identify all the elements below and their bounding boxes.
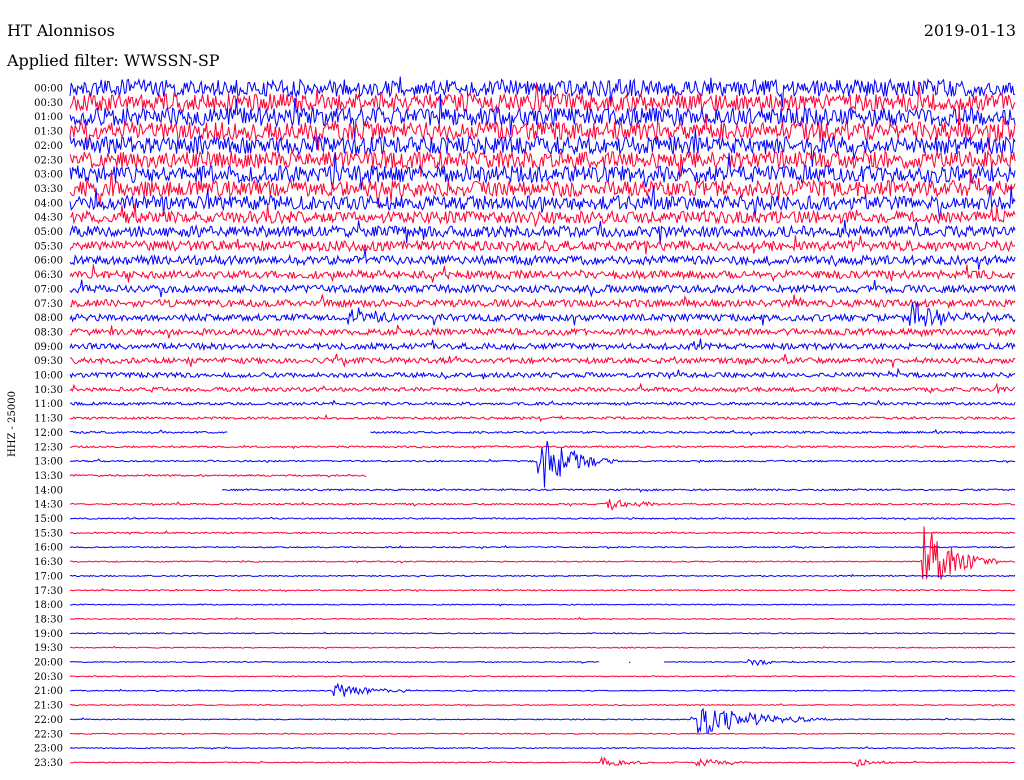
seismogram-trace [69, 428, 1016, 436]
time-tick-label: 01:30 [34, 127, 63, 138]
seismogram-trace [69, 399, 1016, 407]
time-tick-label: 15:00 [34, 514, 63, 525]
time-tick-labels: 00:00 00:30 01:00 01:30 02:00 02:30 03:00 03:30… [34, 84, 63, 769]
time-tick-label: 09:30 [34, 356, 63, 367]
seismogram-trace [69, 616, 1016, 621]
seismogram-trace [69, 682, 1016, 697]
seismogram-trace [69, 293, 1016, 310]
seismogram-trace [69, 264, 1016, 283]
time-tick-label: 13:00 [34, 457, 63, 468]
seismogram-trace [69, 203, 1016, 227]
seismogram-trace [69, 545, 1016, 550]
time-tick-label: 18:30 [34, 614, 63, 625]
seismogram-trace [69, 526, 1016, 580]
time-tick-label: 09:00 [34, 342, 63, 353]
time-tick-label: 14:30 [34, 500, 63, 511]
time-tick-label: 04:00 [34, 198, 63, 209]
time-tick-label: 10:30 [34, 385, 63, 396]
time-tick-label: 16:30 [34, 557, 63, 568]
time-tick-label: 23:30 [34, 758, 63, 769]
seismogram-trace [70, 703, 1016, 707]
seismogram-trace [69, 279, 1016, 298]
time-tick-label: 03:00 [34, 170, 63, 181]
seismogram-trace [69, 530, 1016, 536]
seismogram-trace [69, 248, 1016, 270]
seismogram-trace [69, 473, 367, 478]
seismogram-trace [69, 732, 1016, 736]
seismogram-trace [69, 324, 1016, 339]
time-tick-label: 17:30 [34, 586, 63, 597]
seismogram-trace [69, 338, 1016, 352]
seismogram-trace [69, 658, 1016, 667]
time-tick-label: 01:00 [34, 112, 63, 123]
time-tick-label: 11:00 [34, 399, 63, 410]
time-tick-label: 15:30 [34, 528, 63, 539]
seismogram-trace [69, 444, 1016, 450]
date-label: 2019-01-13 [924, 21, 1016, 40]
helicorder-chart: HT Alonnisos 2019-01-13 Applied filter: … [6, 21, 1016, 769]
seismogram-trace [70, 603, 1016, 607]
time-tick-label: 07:00 [34, 284, 63, 295]
seismogram-trace [69, 300, 1016, 327]
time-tick-label: 22:00 [34, 715, 63, 726]
time-tick-label: 11:30 [34, 414, 63, 425]
seismogram-traces [69, 76, 1016, 768]
time-tick-label: 08:30 [34, 327, 63, 338]
channel-gain-label: HHZ - 25000 [7, 391, 18, 457]
time-tick-label: 00:30 [34, 98, 63, 109]
seismogram-trace [69, 573, 1016, 578]
time-tick-label: 21:30 [34, 701, 63, 712]
time-tick-label: 02:30 [34, 155, 63, 166]
time-tick-label: 23:00 [34, 744, 63, 755]
seismogram-trace [69, 382, 1016, 394]
seismogram-trace [69, 152, 1016, 191]
seismogram-trace [69, 707, 1016, 734]
time-tick-label: 02:00 [34, 141, 63, 152]
time-tick-label: 18:00 [34, 600, 63, 611]
seismogram-trace [69, 516, 1016, 521]
time-tick-label: 17:00 [34, 571, 63, 582]
time-tick-label: 22:30 [34, 729, 63, 740]
seismogram-trace [69, 588, 1016, 593]
seismogram-trace [69, 353, 1016, 368]
station-title: HT Alonnisos [7, 21, 115, 40]
seismogram-trace [69, 746, 1016, 750]
time-tick-label: 10:00 [34, 371, 63, 382]
seismogram-trace [69, 499, 1016, 512]
time-tick-label: 16:00 [34, 543, 63, 554]
seismogram-trace [69, 756, 1016, 768]
seismogram-trace [69, 107, 1016, 151]
time-tick-label: 19:00 [34, 629, 63, 640]
time-tick-label: 20:00 [34, 658, 63, 669]
time-tick-label: 12:00 [34, 428, 63, 439]
seismogram-trace [69, 645, 1016, 650]
filter-label: Applied filter: WWSSN-SP [6, 51, 220, 70]
seismogram-trace [69, 235, 1016, 255]
time-tick-label: 08:00 [34, 313, 63, 324]
time-tick-label: 05:00 [34, 227, 63, 238]
time-tick-label: 06:30 [34, 270, 63, 281]
time-tick-label: 13:30 [34, 471, 63, 482]
time-tick-label: 06:00 [34, 256, 63, 267]
time-tick-label: 00:00 [34, 84, 63, 95]
seismogram-trace [221, 487, 1016, 493]
time-tick-label: 12:30 [34, 442, 63, 453]
time-tick-label: 21:00 [34, 686, 63, 697]
time-tick-label: 20:30 [34, 672, 63, 683]
time-tick-label: 19:30 [34, 643, 63, 654]
time-tick-label: 05:30 [34, 241, 63, 252]
seismogram-trace [69, 674, 1016, 678]
seismogram-trace [69, 367, 1016, 380]
seismogram-trace [69, 631, 1016, 635]
time-tick-label: 07:30 [34, 299, 63, 310]
time-tick-label: 14:00 [34, 485, 63, 496]
time-tick-label: 03:30 [34, 184, 63, 195]
time-tick-label: 04:30 [34, 213, 63, 224]
seismogram-trace [69, 413, 1016, 423]
